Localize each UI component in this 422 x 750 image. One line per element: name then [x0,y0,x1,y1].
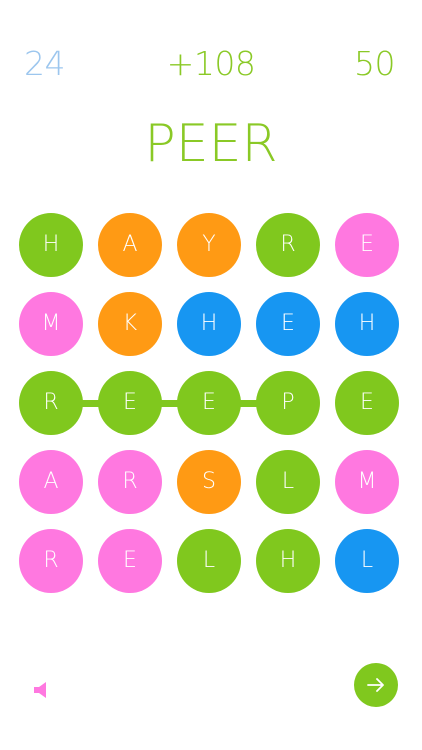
letter-tile[interactable]: A [98,213,162,277]
tile-letter: E [360,232,374,257]
tile-letter: P [281,390,295,415]
tile-letter: R [122,469,138,494]
letter-tile[interactable]: E [256,292,320,356]
tile-letter: R [43,390,59,415]
letter-tile[interactable]: E [335,371,399,435]
letter-tile[interactable]: R [19,529,83,593]
speaker-icon [34,682,46,698]
letter-tile[interactable]: H [256,529,320,593]
arrow-right-icon [367,678,384,692]
letter-tile[interactable]: P [256,371,320,435]
tile-letter: L [281,469,295,494]
letter-tile[interactable]: E [177,371,241,435]
letter-tile[interactable]: Y [177,213,241,277]
letter-tile[interactable]: K [98,292,162,356]
tile-letter: L [360,548,374,573]
tile-letter: R [43,548,59,573]
letter-tile[interactable]: L [256,450,320,514]
tile-letter: E [202,390,216,415]
letter-tile[interactable]: L [335,529,399,593]
tile-letter: H [200,311,218,336]
tile-letter: S [202,469,216,494]
tile-letter: E [123,548,137,573]
letter-tile[interactable]: E [98,529,162,593]
letter-tile[interactable]: E [335,213,399,277]
tile-letter: E [360,390,374,415]
letter-tile[interactable]: H [177,292,241,356]
letter-tile[interactable]: M [335,450,399,514]
tile-letter: L [202,548,216,573]
tile-letter: M [41,311,61,336]
tile-letter: K [122,311,138,336]
letter-tile[interactable]: A [19,450,83,514]
tile-letter: A [122,232,138,257]
letter-tile[interactable]: R [256,213,320,277]
tile-letter: H [42,232,60,257]
tile-letter: E [123,390,137,415]
tile-letter: Y [202,232,216,257]
tile-letter: R [280,232,296,257]
tile-letter: H [358,311,376,336]
letter-tile[interactable]: R [98,450,162,514]
letter-tile[interactable]: R [19,371,83,435]
letter-tile[interactable]: M [19,292,83,356]
letter-tile[interactable]: S [177,450,241,514]
tile-letter: E [281,311,295,336]
sound-button[interactable] [33,680,49,700]
tile-letter: M [357,469,377,494]
current-word: PEER [144,114,278,174]
tile-letter: A [43,469,59,494]
total-score: 50 [354,44,396,83]
letter-tile[interactable]: H [335,292,399,356]
next-button[interactable] [354,663,398,707]
letter-tile[interactable]: E [98,371,162,435]
tile-letter: H [279,548,297,573]
letter-tile[interactable]: H [19,213,83,277]
letter-tile[interactable]: L [177,529,241,593]
